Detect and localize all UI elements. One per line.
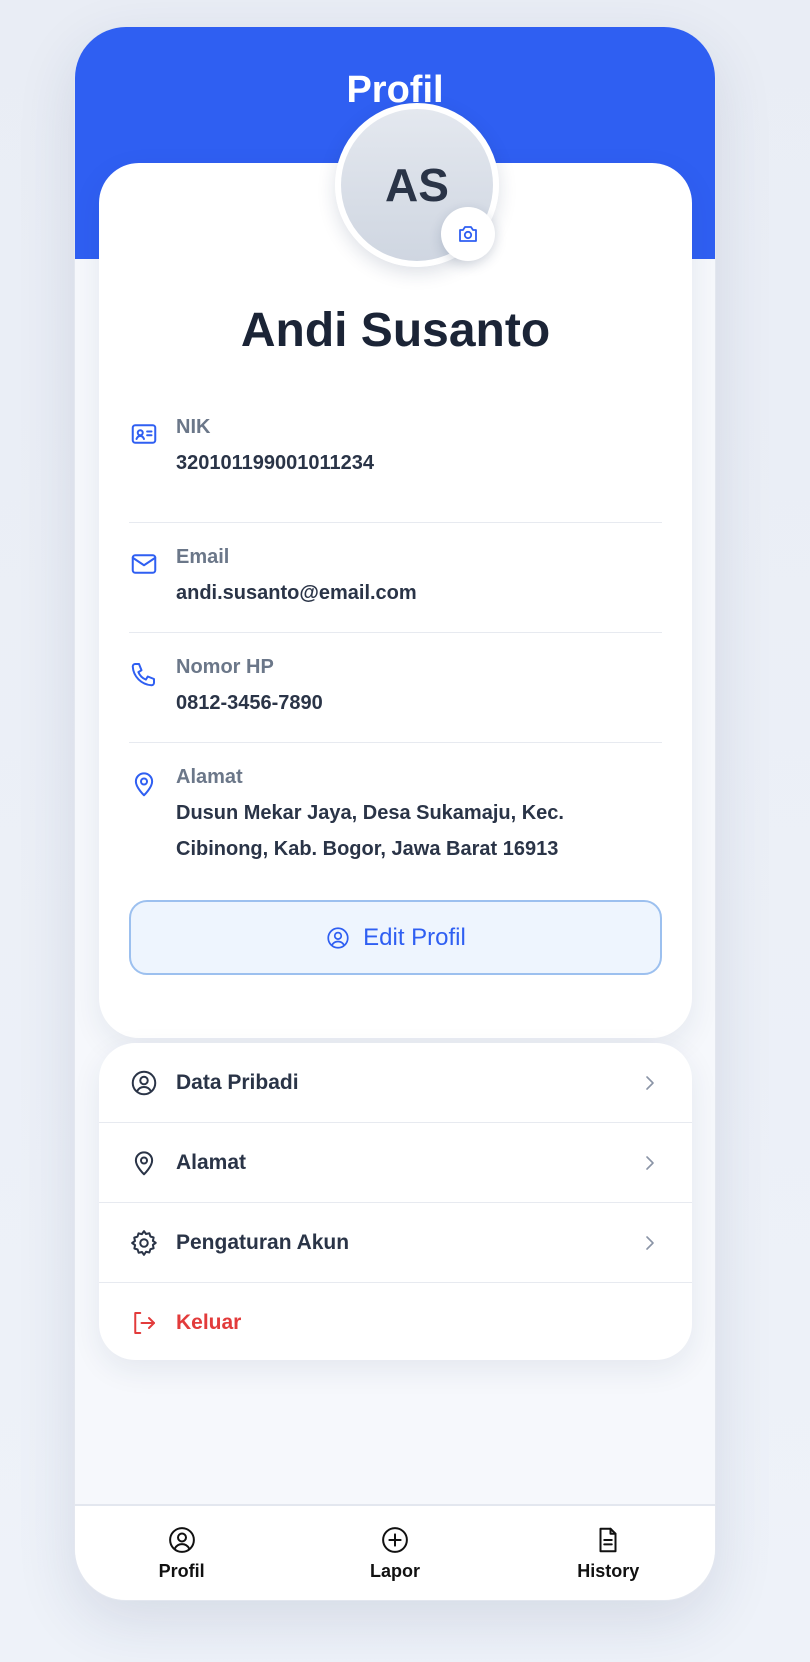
edit-profile-label: Edit Profil <box>363 923 466 951</box>
menu-item-label: Alamat <box>176 1150 247 1174</box>
nav-item-history[interactable]: History <box>538 1525 678 1582</box>
email-label: Email <box>176 546 230 568</box>
gear-icon <box>131 1229 157 1256</box>
user-circle-icon <box>131 1070 157 1095</box>
nik-label: NIK <box>176 416 211 438</box>
menu-item-data-pribadi[interactable]: Data Pribadi <box>99 1043 692 1123</box>
user-circle-icon <box>327 926 349 949</box>
nav-item-profil[interactable]: Profil <box>112 1525 252 1582</box>
avatar-initials: AS <box>385 159 449 211</box>
info-row-nik: NIK 320101199001011234 <box>129 413 662 523</box>
nav-label: Lapor <box>369 1560 420 1581</box>
address-value: Dusun Mekar Jaya, Desa Sukamaju, Kec. Ci… <box>176 802 564 860</box>
user-name: Andi Susanto <box>240 304 551 357</box>
nav-item-lapor[interactable]: Lapor <box>325 1525 465 1582</box>
phone-value: 0812-3456-7890 <box>176 692 323 714</box>
menu-item-label: Data Pribadi <box>176 1070 299 1094</box>
id-card-icon <box>131 424 157 444</box>
info-row-email: Email andi.susanto@email.com <box>129 523 662 633</box>
phone-frame: Profil AS Andi Susanto NIK 3201011990010… <box>74 26 716 1601</box>
menu-item-keluar[interactable]: Keluar <box>99 1283 692 1360</box>
info-row-phone: Nomor HP 0812-3456-7890 <box>129 633 662 743</box>
profile-info-list: NIK 320101199001011234 Email andi.susant… <box>129 413 662 867</box>
phone-label: Nomor HP <box>176 656 274 678</box>
map-pin-icon <box>134 772 154 797</box>
avatar: AS <box>335 103 499 267</box>
profile-card: AS Andi Susanto NIK 320101199001011234 E… <box>99 103 692 1038</box>
menu-item-label: Pengaturan Akun <box>176 1230 350 1254</box>
nav-label: Profil <box>158 1560 205 1581</box>
info-row-address: Alamat Dusun Mekar Jaya, Desa Sukamaju, … <box>129 743 662 867</box>
menu-item-label: Keluar <box>176 1311 242 1334</box>
chevron-right-icon <box>646 1156 654 1170</box>
menu-item-alamat[interactable]: Alamat <box>99 1123 692 1203</box>
address-label: Alamat <box>176 766 243 788</box>
map-pin-icon <box>134 1150 154 1175</box>
edit-profile-button[interactable]: Edit Profil <box>129 900 662 975</box>
nav-label: History <box>577 1560 640 1581</box>
chevron-right-icon <box>646 1076 654 1090</box>
logout-icon <box>134 1312 155 1334</box>
change-photo-button[interactable] <box>441 207 495 261</box>
camera-icon <box>459 226 477 242</box>
menu-item-pengaturan-akun[interactable]: Pengaturan Akun <box>99 1203 692 1283</box>
document-icon <box>599 1527 617 1552</box>
plus-circle-icon <box>382 1526 408 1553</box>
nik-value: 320101199001011234 <box>176 452 375 474</box>
chevron-right-icon <box>646 1236 654 1250</box>
mail-icon <box>131 554 157 574</box>
bottom-nav: Profil Lapor History <box>75 1504 715 1600</box>
user-circle-icon <box>168 1526 195 1553</box>
phone-icon <box>131 663 155 687</box>
email-value: andi.susanto@email.com <box>176 582 417 604</box>
menu-card: Data Pribadi Alamat Pengaturan Akun Kelu… <box>99 1043 692 1360</box>
